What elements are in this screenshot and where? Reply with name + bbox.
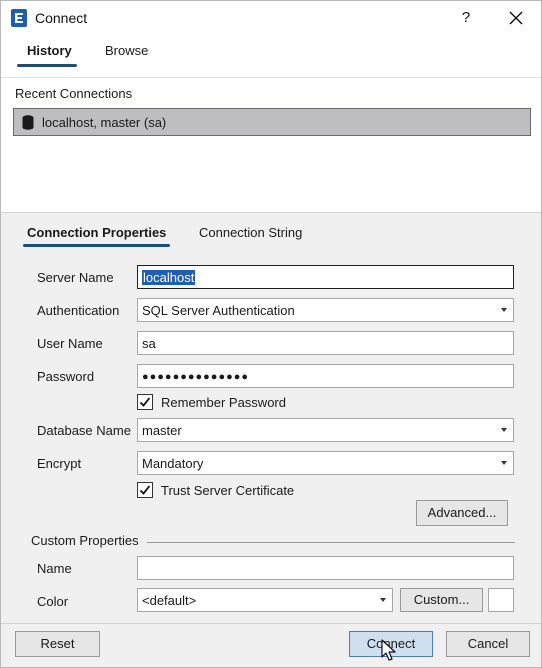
password-value: ●●●●●●●●●●●●●● bbox=[142, 371, 250, 383]
app-logo-icon bbox=[11, 9, 27, 27]
database-icon bbox=[22, 115, 34, 130]
server-name-value: localhost bbox=[142, 270, 196, 285]
tab-connection-properties[interactable]: Connection Properties bbox=[27, 225, 166, 240]
chevron-down-icon bbox=[501, 308, 507, 312]
authentication-value: SQL Server Authentication bbox=[142, 303, 295, 318]
title-bar: Connect ? bbox=[1, 1, 541, 35]
mouse-pointer-icon bbox=[381, 639, 396, 661]
tab-selected-indicator bbox=[23, 244, 170, 247]
recent-connection-item[interactable]: localhost, master (sa) bbox=[13, 108, 531, 136]
close-button[interactable] bbox=[503, 5, 529, 31]
server-name-input[interactable]: localhost bbox=[137, 265, 514, 289]
footer-divider bbox=[1, 623, 541, 624]
color-value: <default> bbox=[142, 593, 197, 608]
top-tab-bar: History Browse bbox=[1, 35, 541, 77]
color-select[interactable]: <default> bbox=[137, 588, 393, 612]
connection-tab-bar: Connection Properties Connection String bbox=[1, 213, 541, 253]
color-label: Color bbox=[37, 594, 69, 609]
remember-password-label: Remember Password bbox=[161, 395, 286, 410]
connect-dialog: Connect ? History Browse Recent Connecti… bbox=[0, 0, 542, 668]
tab-connection-string[interactable]: Connection String bbox=[199, 225, 302, 240]
custom-color-button[interactable]: Custom... bbox=[400, 588, 483, 612]
database-name-select[interactable]: master bbox=[137, 418, 514, 442]
trust-certificate-checkbox[interactable] bbox=[137, 482, 153, 498]
advanced-button[interactable]: Advanced... bbox=[416, 500, 508, 526]
color-swatch[interactable] bbox=[488, 588, 514, 612]
chevron-down-icon bbox=[380, 598, 386, 602]
password-label: Password bbox=[37, 369, 95, 384]
reset-button[interactable]: Reset bbox=[15, 631, 100, 657]
encrypt-value: Mandatory bbox=[142, 456, 204, 471]
chevron-down-icon bbox=[501, 461, 507, 465]
check-icon bbox=[139, 397, 151, 407]
tab-browse[interactable]: Browse bbox=[105, 43, 148, 58]
trust-certificate-label: Trust Server Certificate bbox=[161, 483, 295, 498]
password-input[interactable]: ●●●●●●●●●●●●●● bbox=[137, 364, 514, 388]
remember-password-checkbox[interactable] bbox=[137, 394, 153, 410]
recent-connection-label: localhost, master (sa) bbox=[42, 115, 167, 130]
server-name-label: Server Name bbox=[37, 270, 114, 285]
section-divider bbox=[147, 542, 515, 543]
custom-name-input[interactable] bbox=[137, 556, 514, 580]
user-name-label: User Name bbox=[37, 336, 103, 351]
help-button[interactable]: ? bbox=[453, 5, 479, 31]
close-icon bbox=[509, 11, 523, 25]
cancel-button[interactable]: Cancel bbox=[446, 631, 530, 657]
authentication-select[interactable]: SQL Server Authentication bbox=[137, 298, 514, 322]
window-title: Connect bbox=[35, 10, 88, 26]
encrypt-label: Encrypt bbox=[37, 456, 82, 471]
check-icon bbox=[139, 485, 151, 495]
authentication-label: Authentication bbox=[37, 303, 120, 318]
database-name-value: master bbox=[142, 423, 182, 438]
custom-properties-heading: Custom Properties bbox=[31, 533, 139, 548]
user-name-input[interactable]: sa bbox=[137, 331, 514, 355]
database-name-label: Database Name bbox=[37, 423, 131, 438]
recent-connections-label: Recent Connections bbox=[15, 86, 133, 101]
encrypt-select[interactable]: Mandatory bbox=[137, 451, 514, 475]
tab-selected-indicator bbox=[17, 64, 77, 67]
tab-history[interactable]: History bbox=[27, 43, 72, 58]
user-name-value: sa bbox=[142, 336, 156, 351]
recent-connections-panel: Recent Connections localhost, master (sa… bbox=[1, 77, 541, 213]
chevron-down-icon bbox=[501, 428, 507, 432]
custom-name-label: Name bbox=[37, 561, 72, 576]
